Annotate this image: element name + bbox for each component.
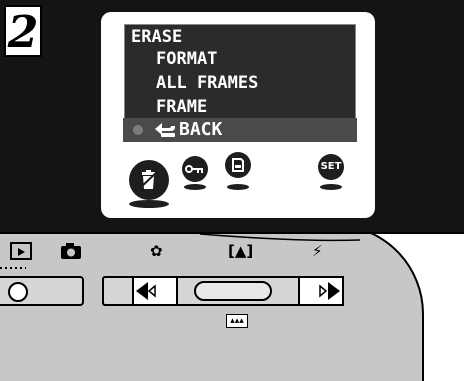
set-icon[interactable]: SET	[317, 154, 345, 190]
erase-menu: ERASE FORMAT ALL FRAMES FRAME	[124, 24, 356, 127]
display-icon: [▲]	[228, 242, 254, 260]
manual-page: 2 ERASE FORMAT ALL FRAMES FRAME BACK SET…	[0, 0, 464, 381]
left-nav-button[interactable]	[132, 276, 178, 306]
mode-switch-knob[interactable]	[8, 282, 28, 302]
selection-dot-icon	[133, 125, 143, 135]
mode-switch[interactable]	[0, 276, 84, 306]
macro-icon: ✿	[150, 242, 163, 260]
menu-item-all-frames[interactable]: ALL FRAMES	[156, 73, 258, 93]
menu-item-back[interactable]: BACK	[123, 118, 357, 142]
lcd-screen: ERASE FORMAT ALL FRAMES FRAME BACK SET	[101, 12, 375, 218]
right-nav-button[interactable]	[298, 276, 344, 306]
camera-back-illustration: ✿ [▲] ⚡ ▴▴▴	[0, 234, 464, 381]
indicator-label: ▴▴▴	[226, 314, 248, 328]
menu-item-back-label: BACK	[179, 119, 223, 140]
print-order-icon[interactable]	[224, 152, 252, 190]
display-button[interactable]	[194, 281, 272, 301]
back-arrow-icon	[155, 123, 175, 137]
step-number-box: 2	[4, 5, 42, 58]
lcd-illustration-panel: 2 ERASE FORMAT ALL FRAMES FRAME BACK SET	[0, 0, 464, 232]
flash-icon-glyph: ⚡	[312, 242, 323, 260]
playback-icon	[10, 242, 32, 260]
menu-title: ERASE	[131, 27, 183, 47]
menu-item-frame[interactable]: FRAME	[156, 97, 207, 117]
menu-item-format[interactable]: FORMAT	[156, 49, 217, 69]
step-number: 2	[7, 7, 39, 58]
erase-icon[interactable]	[129, 160, 169, 208]
set-icon-label: SET	[320, 161, 342, 172]
camera-icon	[61, 243, 81, 259]
protect-key-icon[interactable]	[181, 156, 209, 190]
